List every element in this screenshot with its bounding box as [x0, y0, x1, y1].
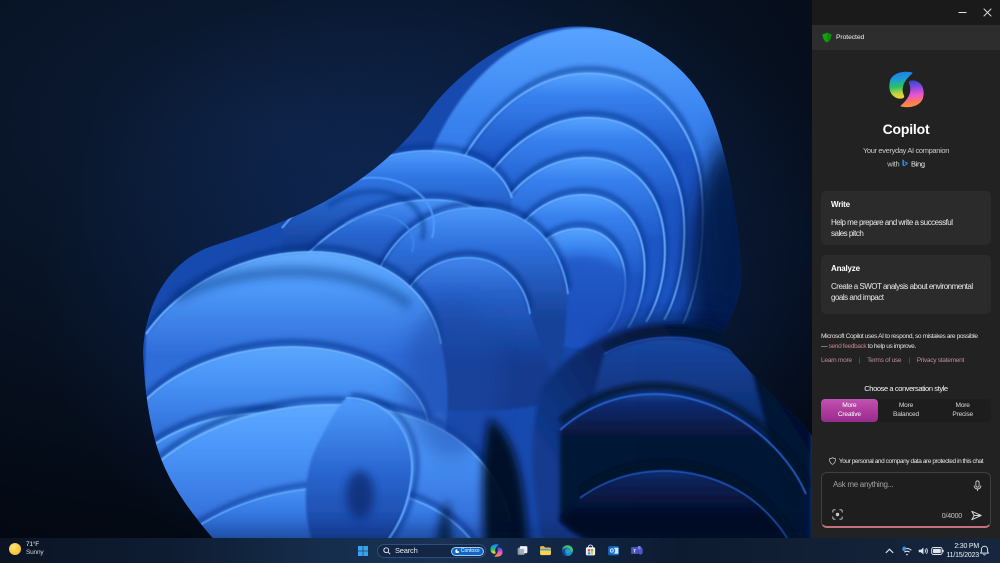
svg-text:O: O: [610, 549, 614, 555]
svg-text:T: T: [633, 548, 636, 554]
